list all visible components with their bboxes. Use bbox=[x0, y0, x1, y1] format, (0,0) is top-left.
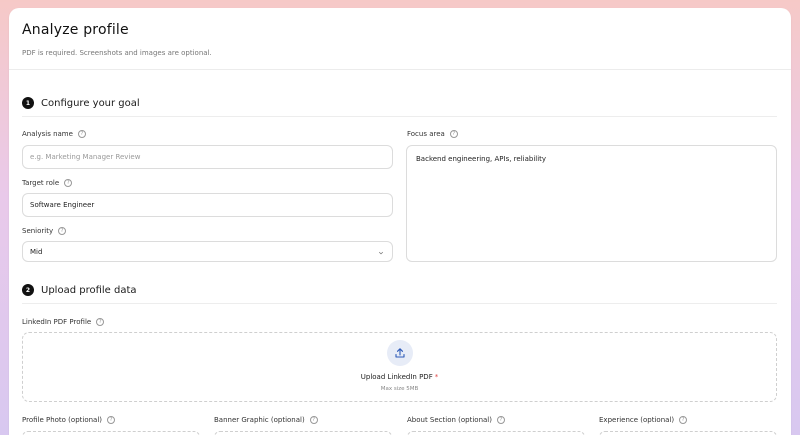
banner-graphic-dropzone[interactable] bbox=[214, 431, 392, 435]
help-icon[interactable]: ? bbox=[107, 416, 116, 424]
page-title: Analyze profile bbox=[22, 22, 129, 38]
section-title: Upload profile data bbox=[41, 284, 137, 296]
target-role-label: Target role ? bbox=[22, 179, 73, 187]
step-badge-2: 2 bbox=[22, 284, 34, 296]
upload-button[interactable] bbox=[387, 340, 413, 366]
help-icon[interactable]: ? bbox=[96, 318, 105, 326]
focus-area-textarea[interactable]: Backend engineering, APIs, reliability bbox=[406, 145, 777, 262]
analysis-name-label: Analysis name ? bbox=[22, 130, 86, 138]
target-role-input[interactable]: Software Engineer bbox=[22, 193, 393, 217]
profile-photo-label: Profile Photo (optional) ? bbox=[22, 416, 116, 424]
profile-photo-dropzone[interactable] bbox=[22, 431, 200, 435]
help-icon[interactable]: ? bbox=[64, 179, 73, 187]
seniority-value: Mid bbox=[30, 247, 43, 256]
help-icon[interactable]: ? bbox=[309, 416, 318, 424]
section-upload-profile: 2 Upload profile data bbox=[22, 284, 777, 296]
linkedin-pdf-label-text: LinkedIn PDF Profile bbox=[22, 318, 92, 326]
banner-graphic-label: Banner Graphic (optional) ? bbox=[214, 416, 318, 424]
target-role-label-text: Target role bbox=[22, 179, 60, 187]
upload-icon bbox=[395, 348, 405, 358]
divider bbox=[22, 116, 777, 117]
divider bbox=[22, 303, 777, 304]
section-configure-goal: 1 Configure your goal bbox=[22, 97, 777, 109]
banner-graphic-label-text: Banner Graphic (optional) bbox=[214, 416, 305, 424]
chevron-down-icon bbox=[378, 251, 384, 255]
seniority-label-text: Seniority bbox=[22, 227, 54, 235]
upload-label: Upload LinkedIn PDF * bbox=[23, 373, 776, 381]
experience-dropzone[interactable] bbox=[599, 431, 777, 435]
linkedin-pdf-dropzone[interactable]: Upload LinkedIn PDF * Max size 5MB bbox=[22, 332, 777, 402]
experience-label: Experience (optional) ? bbox=[599, 416, 688, 424]
profile-photo-label-text: Profile Photo (optional) bbox=[22, 416, 103, 424]
focus-area-label: Focus area ? bbox=[407, 130, 458, 138]
about-section-label-text: About Section (optional) bbox=[407, 416, 492, 424]
experience-label-text: Experience (optional) bbox=[599, 416, 675, 424]
help-icon[interactable]: ? bbox=[58, 227, 67, 235]
help-icon[interactable]: ? bbox=[496, 416, 505, 424]
focus-area-label-text: Focus area bbox=[407, 130, 445, 138]
help-icon[interactable]: ? bbox=[77, 130, 86, 138]
help-icon[interactable]: ? bbox=[679, 416, 688, 424]
required-marker: * bbox=[434, 373, 439, 381]
section-title: Configure your goal bbox=[41, 97, 140, 109]
max-size-note: Max size 5MB bbox=[380, 386, 419, 392]
analysis-name-label-text: Analysis name bbox=[22, 130, 73, 138]
about-section-label: About Section (optional) ? bbox=[407, 416, 505, 424]
seniority-select[interactable]: Mid bbox=[22, 241, 393, 262]
about-section-dropzone[interactable] bbox=[407, 431, 585, 435]
page-subtitle: PDF is required. Screenshots and images … bbox=[22, 49, 212, 57]
step-badge-1: 1 bbox=[22, 97, 34, 109]
linkedin-pdf-label: LinkedIn PDF Profile ? bbox=[22, 318, 105, 326]
upload-label-text: Upload LinkedIn PDF bbox=[360, 373, 433, 381]
analysis-name-input[interactable]: e.g. Marketing Manager Review bbox=[22, 145, 393, 169]
card-header: Analyze profile PDF is required. Screens… bbox=[9, 8, 791, 70]
analyze-profile-card: Analyze profile PDF is required. Screens… bbox=[9, 8, 791, 435]
help-icon[interactable]: ? bbox=[449, 130, 458, 138]
seniority-label: Seniority ? bbox=[22, 227, 67, 235]
